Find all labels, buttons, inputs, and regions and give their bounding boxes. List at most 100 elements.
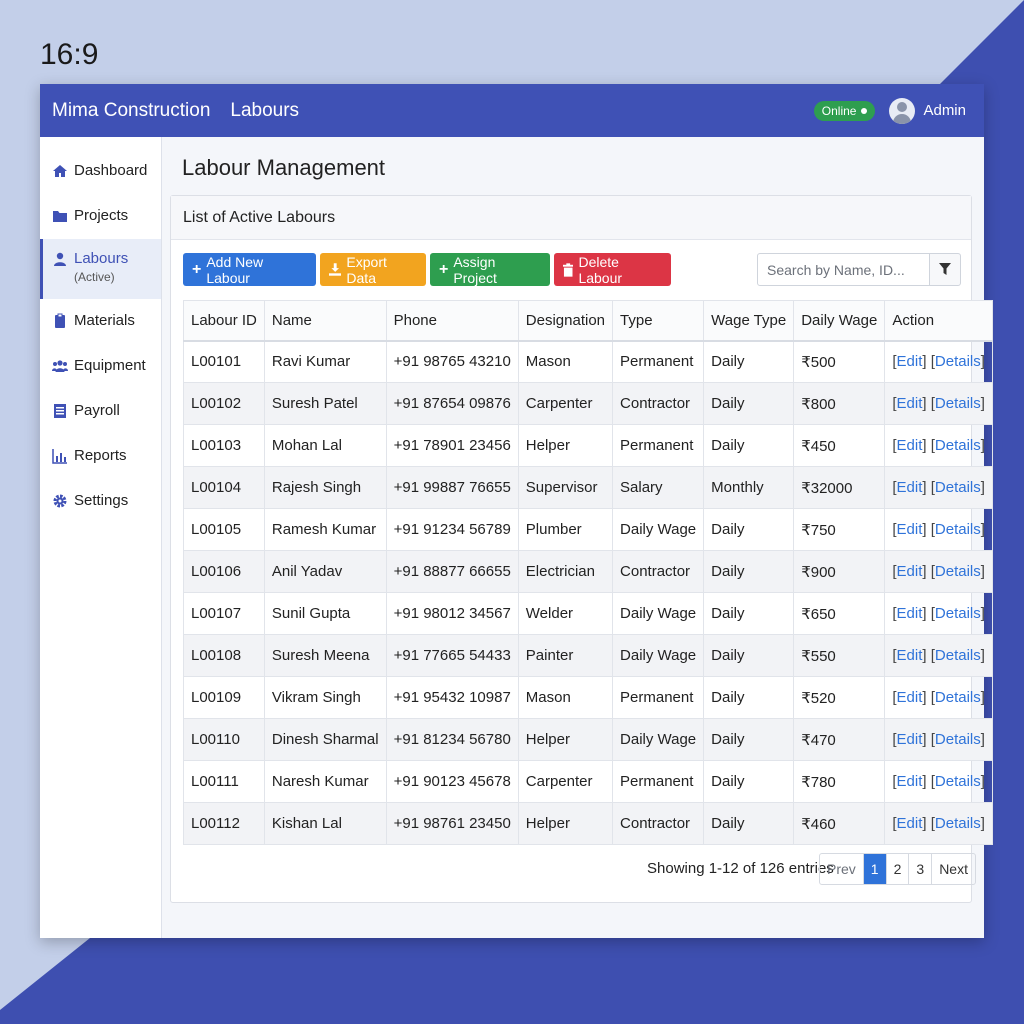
- sidebar-item-projects[interactable]: Projects: [40, 194, 161, 239]
- action-cell: [Edit] [Details]: [884, 340, 993, 383]
- sidebar-item-sublabel: (Active): [74, 270, 115, 284]
- edit-link[interactable]: Edit: [897, 605, 923, 622]
- details-link[interactable]: Details: [935, 479, 981, 496]
- table-cell: L00112: [183, 802, 265, 845]
- column-header[interactable]: Wage Type: [703, 300, 795, 342]
- details-link[interactable]: Details: [935, 815, 981, 832]
- table-cell: Daily: [703, 424, 795, 467]
- column-header[interactable]: Designation: [517, 300, 614, 342]
- brand-name[interactable]: Mima Construction: [52, 100, 210, 122]
- sidebar-item-payroll[interactable]: Payroll: [40, 389, 161, 434]
- column-header[interactable]: Phone: [385, 300, 519, 342]
- table-cell: Daily: [703, 718, 795, 761]
- details-link[interactable]: Details: [935, 395, 981, 412]
- table-cell: Dinesh Sharmal: [263, 718, 387, 761]
- home-icon: [53, 165, 67, 177]
- table-cell: ₹450: [793, 424, 886, 467]
- table-header-row: Labour ID Name Phone Designation Type Wa…: [183, 300, 993, 342]
- add-labour-button[interactable]: + Add New Labour: [183, 253, 316, 286]
- details-link[interactable]: Details: [935, 437, 981, 454]
- filter-button[interactable]: [929, 253, 961, 286]
- page-button-3[interactable]: 3: [909, 854, 933, 884]
- main-content: Labour Management List of Active Labours…: [170, 137, 993, 938]
- app-window: Mima Construction Labours Online Admin D…: [40, 84, 993, 938]
- action-cell: [Edit] [Details]: [884, 802, 993, 845]
- table-cell: L00110: [183, 718, 265, 761]
- sidebar-item-label: Payroll: [74, 402, 120, 419]
- page-button-2[interactable]: 2: [887, 854, 910, 884]
- download-icon: [329, 263, 342, 276]
- sidebar-item-label: Dashboard: [74, 162, 148, 179]
- status-badge: Online: [813, 100, 876, 121]
- details-link[interactable]: Details: [935, 689, 981, 706]
- edit-link[interactable]: Edit: [897, 815, 923, 832]
- sidebar-item-materials[interactable]: Materials: [40, 299, 161, 344]
- trash-icon: [563, 262, 574, 277]
- details-link[interactable]: Details: [935, 731, 981, 748]
- column-header[interactable]: Type: [612, 300, 705, 342]
- details-link[interactable]: Details: [935, 353, 981, 370]
- delete-labour-button[interactable]: Delete Labour: [554, 253, 671, 286]
- pagination: Prev 1 2 3 Next: [819, 853, 976, 885]
- table-cell: L00111: [183, 760, 265, 803]
- prev-page-button[interactable]: Prev: [820, 854, 864, 884]
- column-header[interactable]: Labour ID: [183, 300, 265, 342]
- table-row: L00103 Mohan Lal +91 78901 23456 Helper Perm…: [183, 424, 993, 467]
- table-cell: Daily: [703, 676, 795, 719]
- table-cell: Rajesh Singh: [263, 466, 387, 509]
- table-cell: Electrician: [517, 550, 614, 593]
- table-cell: L00103: [183, 424, 265, 467]
- search-input[interactable]: [757, 253, 930, 286]
- edit-link[interactable]: Edit: [897, 521, 923, 538]
- edit-link[interactable]: Edit: [897, 773, 923, 790]
- table-row: L00102 Suresh Patel +91 87654 09876 Carpent…: [183, 382, 993, 425]
- edit-link[interactable]: Edit: [897, 479, 923, 496]
- details-link[interactable]: Details: [935, 563, 981, 580]
- table-cell: Daily Wage: [612, 634, 705, 677]
- column-header[interactable]: Name: [263, 300, 387, 342]
- edit-link[interactable]: Edit: [897, 689, 923, 706]
- avatar[interactable]: [889, 97, 916, 124]
- sidebar: Dashboard Projects Labours (Active) Mate…: [40, 137, 162, 938]
- page-button-1[interactable]: 1: [863, 854, 887, 884]
- export-data-button[interactable]: Export Data: [320, 253, 426, 286]
- details-link[interactable]: Details: [935, 647, 981, 664]
- sidebar-item-settings[interactable]: Settings: [40, 479, 161, 524]
- edit-link[interactable]: Edit: [897, 563, 923, 580]
- labour-list-card: List of Active Labours + Add New Labour …: [170, 195, 993, 903]
- table-cell: ₹460: [793, 802, 886, 845]
- toolbar: + Add New Labour Export Data + Assign Pr…: [171, 240, 971, 300]
- table-cell: Painter: [517, 634, 614, 677]
- details-link[interactable]: Details: [935, 605, 981, 622]
- table-cell: Contractor: [612, 382, 705, 425]
- edit-link[interactable]: Edit: [897, 395, 923, 412]
- details-link[interactable]: Details: [935, 773, 981, 790]
- column-header[interactable]: Daily Wage: [793, 300, 886, 342]
- sidebar-item-reports[interactable]: Reports: [40, 434, 161, 479]
- table-cell: Sunil Gupta: [263, 592, 387, 635]
- table-cell: Permanent: [612, 424, 705, 467]
- table-cell: Contractor: [612, 550, 705, 593]
- assign-project-button[interactable]: + Assign Project: [430, 253, 550, 286]
- next-page-button[interactable]: Next: [932, 854, 975, 884]
- table-cell: Carpenter: [517, 760, 614, 803]
- table-cell: ₹32000: [793, 466, 886, 509]
- page-title: Labour Management: [182, 155, 386, 180]
- table-cell: Salary: [612, 466, 705, 509]
- add-labour-label: Add New Labour: [206, 253, 264, 286]
- sidebar-item-labours[interactable]: Labours (Active): [40, 239, 161, 299]
- sidebar-item-equipment[interactable]: Equipment: [40, 344, 161, 389]
- details-link[interactable]: Details: [935, 521, 981, 538]
- table-cell: +91 81234 56780: [385, 718, 519, 761]
- sidebar-item-dashboard[interactable]: Dashboard: [40, 149, 161, 194]
- edit-link[interactable]: Edit: [897, 647, 923, 664]
- user-name[interactable]: Admin: [923, 102, 966, 119]
- table-cell: +91 98012 34567: [385, 592, 519, 635]
- filter-icon: [939, 263, 951, 275]
- delete-labour-label: Delete Labour: [578, 253, 623, 286]
- table-cell: ₹520: [793, 676, 886, 719]
- edit-link[interactable]: Edit: [897, 437, 923, 454]
- table-cell: Mohan Lal: [263, 424, 387, 467]
- edit-link[interactable]: Edit: [897, 731, 923, 748]
- edit-link[interactable]: Edit: [897, 353, 923, 370]
